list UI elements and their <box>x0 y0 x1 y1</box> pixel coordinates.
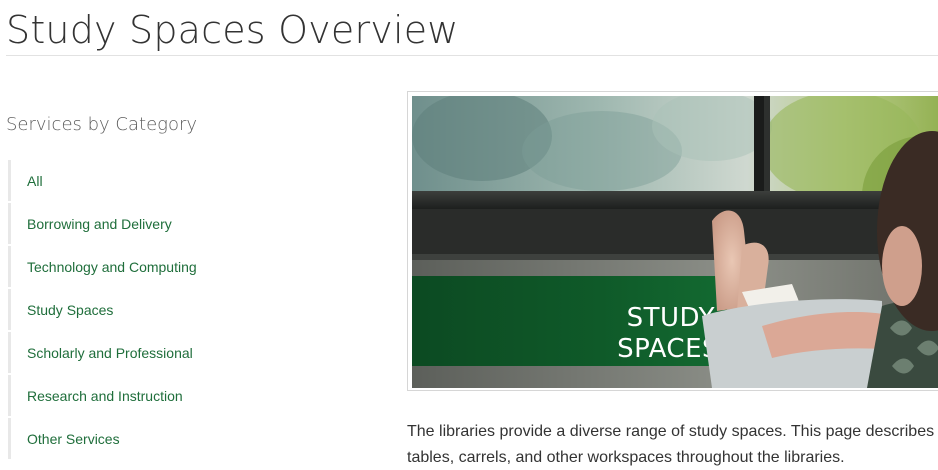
page-title: Study Spaces Overview <box>6 8 459 52</box>
category-item-research: Research and Instruction <box>8 374 368 417</box>
hero-caption-line2: SPACES <box>617 334 719 364</box>
category-item-scholarly: Scholarly and Professional <box>8 331 368 374</box>
page: Study Spaces Overview Services by Catego… <box>0 0 938 470</box>
category-link-scholarly[interactable]: Scholarly and Professional <box>27 345 193 361</box>
sidebar-heading: Services by Category <box>6 114 198 135</box>
category-link-borrowing[interactable]: Borrowing and Delivery <box>27 216 172 232</box>
hero-caption-line1: STUDY <box>627 303 715 333</box>
category-link-all[interactable]: All <box>27 173 43 189</box>
title-divider <box>6 55 938 56</box>
category-item-technology: Technology and Computing <box>8 245 368 288</box>
category-link-technology[interactable]: Technology and Computing <box>27 259 197 275</box>
category-item-other: Other Services <box>8 417 368 460</box>
category-link-study-spaces[interactable]: Study Spaces <box>27 302 113 318</box>
hero-image: STUDY SPACES <box>412 96 938 388</box>
intro-paragraph: The libraries provide a diverse range of… <box>407 423 935 466</box>
category-link-other[interactable]: Other Services <box>27 431 120 447</box>
hero-photo: STUDY SPACES <box>412 96 938 388</box>
category-item-all: All <box>8 159 368 202</box>
category-link-research[interactable]: Research and Instruction <box>27 388 183 404</box>
hero-image-frame: STUDY SPACES <box>407 91 938 391</box>
category-item-study-spaces: Study Spaces <box>8 288 368 331</box>
category-item-borrowing: Borrowing and Delivery <box>8 202 368 245</box>
category-nav: All Borrowing and Delivery Technology an… <box>8 159 368 460</box>
